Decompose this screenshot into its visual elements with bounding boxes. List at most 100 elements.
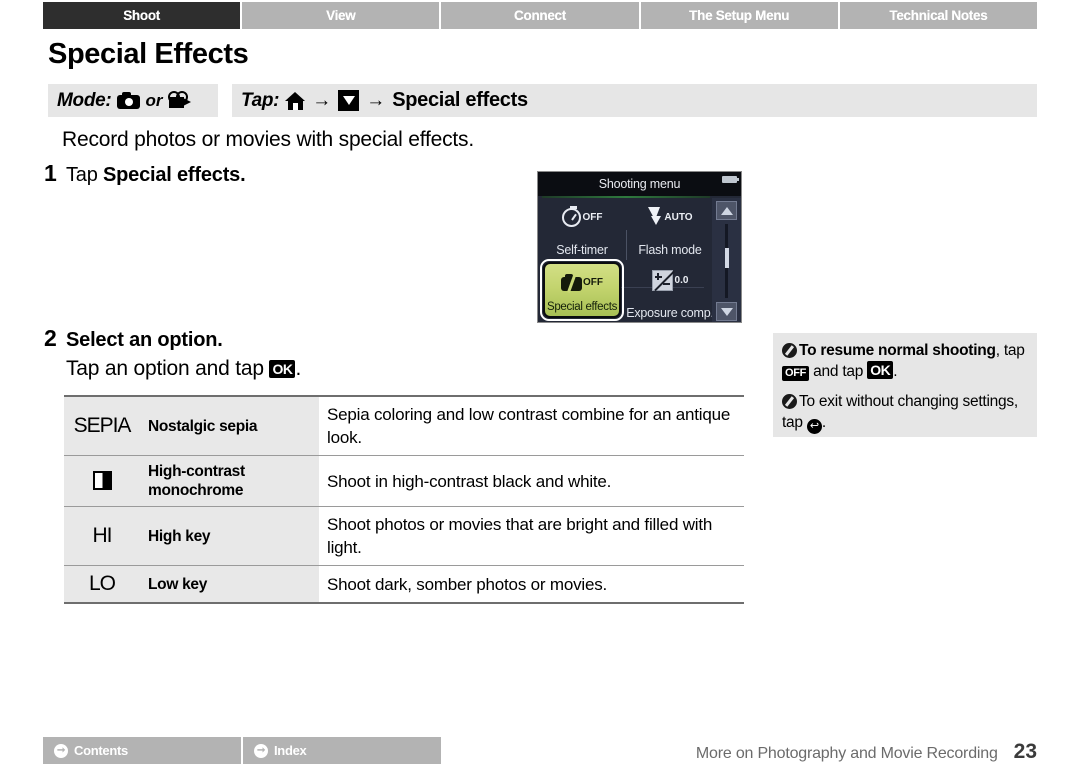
- note-1-bold: To resume normal shooting: [799, 342, 996, 359]
- scroll-down-button[interactable]: [716, 302, 737, 321]
- option-icon-sepia: SEPIA: [64, 395, 140, 456]
- page-number: 23: [1013, 740, 1037, 763]
- tab-shoot[interactable]: Shoot: [43, 2, 243, 29]
- table-row[interactable]: SEPIA Nostalgic sepia Sepia coloring and…: [64, 395, 744, 456]
- table-row[interactable]: LO Low key Shoot dark, somber photos or …: [64, 565, 744, 604]
- mode-bar: Mode: or: [48, 84, 218, 117]
- self-timer-icon: [561, 205, 581, 227]
- header-tab-bar: Shoot View Connect The Setup Menu Techni…: [43, 2, 1038, 29]
- flash-mode-label: Flash mode: [638, 243, 702, 257]
- footer-tab-bar: ➞ Contents ➞ Index: [43, 737, 441, 764]
- camera-menu-grid: OFF Self-timer AUTO Flash mode OFF Speci: [538, 198, 714, 322]
- option-desc-low-key: Shoot dark, somber photos or movies.: [319, 565, 744, 604]
- note-1-mid2: and tap: [809, 363, 868, 380]
- menu-down-icon: [338, 90, 360, 111]
- tab-view-label: View: [326, 8, 356, 23]
- tab-setup-menu-label: The Setup Menu: [689, 8, 790, 23]
- step-1: 1 Tap Special effects.: [44, 160, 246, 187]
- page-title: Special Effects: [48, 38, 249, 70]
- footer-section-title: More on Photography and Movie Recording: [695, 745, 998, 762]
- note-1-mid: , tap: [995, 342, 1025, 359]
- home-icon: [285, 91, 306, 110]
- special-effects-label: Special effects: [546, 301, 618, 313]
- tap-path-bar: Tap: → → Special effects: [232, 84, 1037, 117]
- option-desc-sepia: Sepia coloring and low contrast combine …: [319, 395, 744, 456]
- step-2-instruction-after: .: [295, 357, 302, 380]
- exposure-comp-icon-row: 0.0: [626, 267, 714, 293]
- camera-screen-mock: Shooting menu OFF Self-timer AUTO Flash …: [537, 171, 742, 323]
- self-timer-icon-row: OFF: [538, 204, 626, 230]
- tap-label: Tap:: [241, 89, 280, 111]
- option-desc-monochrome: Shoot in high-contrast black and white.: [319, 455, 744, 507]
- flash-icon: [647, 207, 662, 227]
- option-icon-low-key: LO: [64, 565, 140, 604]
- step-1-prefix: Tap: [66, 164, 104, 186]
- flash-icon-row: AUTO: [626, 204, 714, 230]
- off-key-icon: OFF: [782, 366, 810, 381]
- step-2-title: Select an option.: [66, 329, 223, 352]
- camera-scrollbar[interactable]: [712, 198, 741, 322]
- triangle-up-icon: [720, 206, 733, 215]
- table-row[interactable]: HI High key Shoot photos or movies that …: [64, 506, 744, 566]
- option-name-high-key: High key: [140, 506, 319, 566]
- still-camera-icon: [117, 92, 141, 109]
- option-name-monochrome: High-contrast monochrome: [140, 455, 319, 507]
- ok-key-icon-note: OK: [867, 361, 894, 379]
- note-paragraph-1: To resume normal shooting, tap OFF and t…: [782, 340, 1027, 382]
- battery-icon: [722, 176, 739, 183]
- ok-key-icon: OK: [269, 360, 296, 378]
- tab-view[interactable]: View: [242, 2, 442, 29]
- special-effects-options-table: SEPIA Nostalgic sepia Sepia coloring and…: [64, 395, 744, 604]
- option-icon-monochrome: [64, 455, 140, 507]
- tap-target-label: Special effects: [392, 89, 528, 111]
- note-2-end: .: [821, 414, 826, 431]
- step-1-bold: Special effects.: [103, 164, 246, 186]
- scroll-up-button[interactable]: [716, 201, 737, 220]
- option-icon-high-key: HI: [64, 506, 140, 566]
- camera-cell-special-effects[interactable]: OFF Special effects: [540, 259, 624, 321]
- triangle-down-icon: [720, 307, 733, 316]
- path-arrow-1-icon: →: [312, 90, 332, 111]
- footer-index-label: Index: [274, 743, 307, 758]
- self-timer-label: Self-timer: [556, 243, 608, 257]
- exposure-comp-icon: [651, 269, 675, 291]
- step-2-instruction: Tap an option and tap OK.: [66, 357, 301, 381]
- option-name-low-key: Low key: [140, 565, 319, 604]
- back-key-icon: ↩: [806, 419, 822, 434]
- step-2-number: 2: [44, 325, 57, 351]
- special-effects-tile-inner: OFF Special effects: [543, 262, 621, 318]
- tab-shoot-label: Shoot: [123, 8, 160, 23]
- special-effects-value: OFF: [583, 276, 603, 288]
- arrow-circle-icon: ➞: [54, 743, 68, 758]
- exposure-comp-label: Exposure comp.: [626, 306, 714, 320]
- camera-cell-flash-mode[interactable]: AUTO Flash mode: [626, 198, 714, 261]
- table-row[interactable]: High-contrast monochrome Shoot in high-c…: [64, 455, 744, 507]
- scroll-thumb[interactable]: [724, 248, 729, 268]
- tab-technical-notes[interactable]: Technical Notes: [839, 2, 1038, 29]
- camera-cell-self-timer[interactable]: OFF Self-timer: [538, 198, 626, 261]
- step-1-number: 1: [44, 160, 57, 186]
- path-arrow-2-icon: →: [366, 90, 386, 111]
- tab-setup-menu[interactable]: The Setup Menu: [640, 2, 840, 29]
- step-2: 2 Select an option.: [44, 325, 223, 352]
- mono-square-icon: [92, 471, 112, 490]
- tab-technical-notes-label: Technical Notes: [889, 8, 988, 23]
- camera-screen-title: Shooting menu: [538, 172, 741, 196]
- option-desc-high-key: Shoot photos or movies that are bright a…: [319, 506, 744, 566]
- note-1-end: .: [893, 363, 898, 380]
- option-name-sepia: Nostalgic sepia: [140, 395, 319, 456]
- note-paragraph-2: To exit without changing settings, tap ↩…: [782, 391, 1027, 434]
- step-1-title: Tap Special effects.: [66, 164, 246, 187]
- camera-cell-exposure-comp[interactable]: 0.0 Exposure comp.: [626, 261, 714, 322]
- tab-connect[interactable]: Connect: [441, 2, 641, 29]
- note-box: To resume normal shooting, tap OFF and t…: [773, 333, 1037, 437]
- mode-label: Mode:: [57, 89, 112, 111]
- footer-section-info: More on Photography and Movie Recording …: [696, 740, 1037, 764]
- pencil-icon: [782, 343, 797, 358]
- footer-link-index[interactable]: ➞ Index: [243, 737, 441, 764]
- tab-connect-label: Connect: [514, 8, 566, 23]
- special-effects-icon: [561, 273, 582, 293]
- step-2-bold: Select an option.: [66, 329, 223, 351]
- footer-link-contents[interactable]: ➞ Contents: [43, 737, 243, 764]
- flash-mode-value: AUTO: [664, 211, 693, 223]
